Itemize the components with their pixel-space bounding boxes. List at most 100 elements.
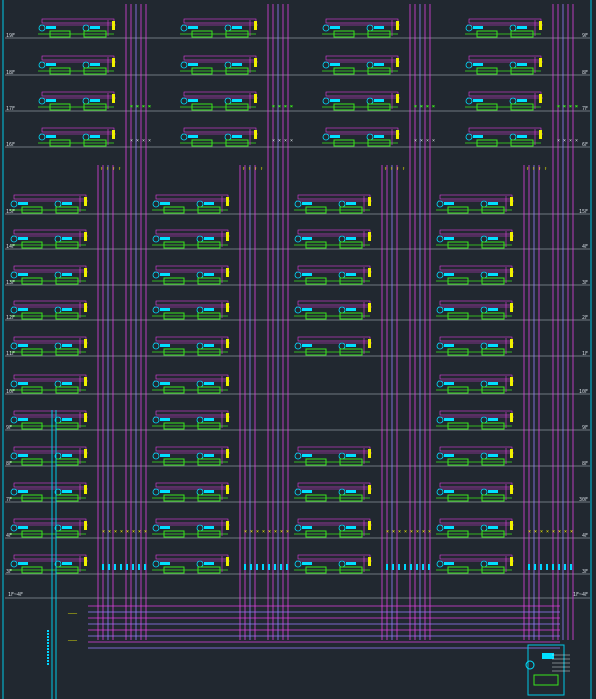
meter-icon — [38, 24, 46, 32]
meter-icon — [465, 97, 473, 105]
floor-label: 3F — [582, 280, 588, 286]
cross-marker: × — [102, 529, 105, 535]
yellow-terminal-icon — [368, 232, 371, 241]
yellow-terminal-icon — [396, 130, 399, 139]
cyan-marker — [132, 564, 134, 570]
meter-icon — [294, 560, 302, 568]
unit-block — [322, 127, 400, 147]
cyan-module — [302, 237, 312, 240]
meter-icon — [10, 200, 18, 208]
yellow-terminal-icon — [84, 413, 87, 422]
cyan-module — [18, 490, 28, 493]
unit-magenta-bus — [297, 265, 371, 271]
meter-icon — [196, 560, 204, 568]
yellow-terminal-icon — [112, 21, 115, 30]
cross-marker: ✖ — [414, 104, 417, 110]
meter-icon — [180, 61, 188, 69]
meter-icon — [480, 452, 488, 460]
cross-marker: × — [534, 529, 537, 535]
meter-icon — [82, 24, 90, 32]
cyan-marker — [534, 564, 536, 570]
meter-icon — [54, 306, 62, 314]
cyan-module — [488, 418, 498, 421]
yellow-terminal-icon — [368, 557, 371, 566]
cross-marker: × — [398, 529, 401, 535]
cross-marker: × — [540, 529, 543, 535]
meter-icon — [38, 97, 46, 105]
unit-block — [10, 229, 88, 249]
cross-marker: ✖ — [278, 104, 281, 110]
meter-icon — [152, 488, 160, 496]
unit-block — [180, 127, 258, 147]
riser-arrow-icon: ↑ — [384, 166, 387, 172]
unit-magenta-bus — [13, 300, 87, 306]
yellow-terminal-icon — [112, 130, 115, 139]
cyan-module — [204, 344, 214, 347]
yellow-terminal-icon — [368, 303, 371, 312]
unit-block — [38, 127, 116, 147]
yellow-terminal-icon — [84, 377, 87, 386]
cyan-marker — [392, 564, 394, 570]
floor-label: 11F — [6, 351, 15, 357]
cross-marker: × — [404, 529, 407, 535]
unit-block — [152, 554, 230, 574]
cross-marker: × — [142, 138, 145, 144]
meter-icon — [38, 133, 46, 141]
unit-magenta-bus — [297, 229, 371, 235]
cyan-module — [160, 308, 170, 311]
main-breaker-box — [533, 674, 559, 686]
meter-icon — [180, 24, 188, 32]
unit-block — [10, 374, 88, 394]
cross-marker: × — [392, 529, 395, 535]
yellow-terminal-icon — [84, 339, 87, 348]
meter-icon — [366, 97, 374, 105]
cyan-marker — [410, 564, 412, 570]
yellow-terminal-icon — [254, 130, 257, 139]
cyan-module — [18, 418, 28, 421]
meter-icon — [10, 524, 18, 532]
meter-icon — [366, 61, 374, 69]
cyan-module — [62, 418, 72, 421]
cross-marker: × — [558, 529, 561, 535]
floor-label: 3F — [582, 569, 588, 575]
cyan-module — [90, 26, 100, 29]
meter-icon — [294, 306, 302, 314]
unit-magenta-bus — [439, 374, 513, 380]
floor-label: 10F — [6, 389, 15, 395]
yellow-terminal-icon — [226, 268, 229, 277]
riser-arrow-icon: ↑ — [402, 166, 405, 172]
unit-block — [152, 265, 230, 285]
cyan-module — [488, 526, 498, 529]
cyan-module — [346, 237, 356, 240]
meter-icon — [82, 97, 90, 105]
unit-magenta-bus — [13, 336, 87, 342]
cyan-module — [444, 490, 454, 493]
cyan-marker — [552, 564, 554, 570]
cyan-marker — [280, 564, 282, 570]
cross-marker: × — [114, 529, 117, 535]
meter-icon — [54, 380, 62, 388]
meter-icon — [10, 560, 18, 568]
cyan-module — [346, 490, 356, 493]
yellow-terminal-icon — [396, 21, 399, 30]
cyan-module — [232, 135, 242, 138]
cross-marker: × — [278, 138, 281, 144]
floor-label: 15F — [579, 209, 588, 215]
unit-magenta-bus — [41, 127, 115, 133]
yellow-terminal-icon — [510, 521, 513, 530]
floor-label: 30F — [579, 497, 588, 503]
riser-arrow-icon: ↑ — [100, 166, 103, 172]
cyan-module — [18, 202, 28, 205]
yellow-terminal-icon — [368, 485, 371, 494]
meter-icon — [294, 342, 302, 350]
meter-icon — [10, 306, 18, 314]
cross-marker: ✖ — [557, 104, 560, 110]
unit-block — [38, 18, 116, 38]
cyan-module — [18, 308, 28, 311]
unit-magenta-bus — [13, 229, 87, 235]
cyan-module — [160, 454, 170, 457]
cyan-marker — [558, 564, 560, 570]
cyan-module — [346, 273, 356, 276]
meter-icon — [54, 271, 62, 279]
cyan-module — [160, 418, 170, 421]
